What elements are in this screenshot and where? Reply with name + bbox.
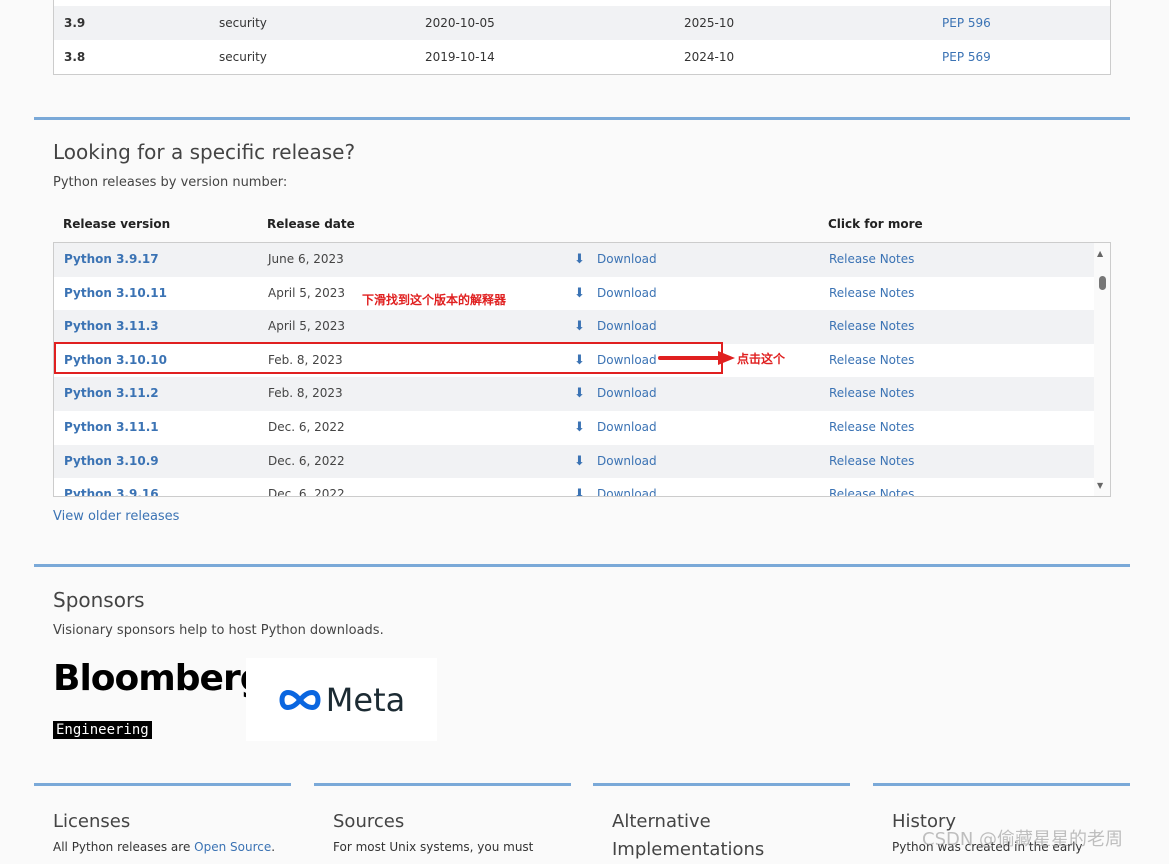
footer-title: Alternative Implementations xyxy=(612,811,765,860)
release-notes-link[interactable]: Release Notes xyxy=(829,277,914,311)
release-date: April 5, 2023 xyxy=(268,319,346,334)
footer-text: All Python releases are xyxy=(53,840,195,854)
version-status-table: 3.9 security 2020-10-05 2025-10 PEP 596 … xyxy=(53,0,1111,75)
download-icon[interactable]: ⬇ xyxy=(574,445,585,479)
release-version-link[interactable]: Python 3.9.17 xyxy=(64,243,159,277)
download-link[interactable]: Download xyxy=(597,377,657,411)
release-version-link[interactable]: Python 3.11.3 xyxy=(64,310,159,344)
status: security xyxy=(219,50,267,64)
release-notes-link[interactable]: Release Notes xyxy=(829,478,914,496)
release-notes-link[interactable]: Release Notes xyxy=(829,411,914,445)
release-version-link[interactable]: Python 3.11.1 xyxy=(64,411,159,445)
release-row: Python 3.11.1 Dec. 6, 2022 ⬇ Download Releas… xyxy=(54,411,1096,445)
scroll-up-arrow-icon[interactable]: ▲ xyxy=(1097,249,1103,258)
release-notes-link[interactable]: Release Notes xyxy=(829,344,914,378)
footer-divider xyxy=(593,783,850,786)
release-notes-link[interactable]: Release Notes xyxy=(829,243,914,277)
pep-link[interactable]: PEP 569 xyxy=(942,40,991,74)
download-icon[interactable]: ⬇ xyxy=(574,478,585,496)
first-released: 2020-10-05 xyxy=(425,16,495,30)
table-row: 3.8 security 2019-10-14 2024-10 PEP 569 xyxy=(54,40,1110,74)
version: 3.9 xyxy=(64,16,86,30)
section-divider xyxy=(34,564,1130,567)
download-icon[interactable]: ⬇ xyxy=(574,411,585,445)
scrollbar-thumb[interactable] xyxy=(1099,276,1106,290)
highlight-box xyxy=(54,342,723,374)
click-hint-annotation: 点击这个 xyxy=(737,352,786,366)
section-subtitle: Python releases by version number: xyxy=(53,175,288,190)
footer-alternative-implementations: Alternative Implementations xyxy=(593,783,850,864)
download-icon[interactable]: ⬇ xyxy=(574,310,585,344)
download-link[interactable]: Download xyxy=(597,478,657,496)
first-released: 2019-10-14 xyxy=(425,50,495,64)
scroll-down-arrow-icon[interactable]: ▼ xyxy=(1097,481,1103,490)
release-date: Dec. 6, 2022 xyxy=(268,453,345,468)
release-row: Python 3.9.16 Dec. 6, 2022 ⬇ Download Releas… xyxy=(54,478,1096,497)
release-row: Python 3.10.9 Dec. 6, 2022 ⬇ Download Releas… xyxy=(54,444,1096,479)
red-arrow-icon xyxy=(658,351,735,365)
scroll-hint-annotation: 下滑找到这个版本的解释器 xyxy=(362,293,507,307)
footer-licenses: Licenses All Python releases are Open So… xyxy=(34,783,291,854)
meta-wordmark: Meta xyxy=(325,680,406,719)
section-divider xyxy=(34,117,1130,120)
bloomberg-logo[interactable]: Bloomberg xyxy=(53,658,265,699)
watermark: CSDN @偷藏星星的老周 xyxy=(922,829,1124,850)
release-notes-link[interactable]: Release Notes xyxy=(829,377,914,411)
release-version-link[interactable]: Python 3.10.9 xyxy=(64,445,159,479)
sponsors-title: Sponsors xyxy=(53,588,145,612)
bloomberg-engineering-label: Engineering xyxy=(53,721,152,739)
status: security xyxy=(219,16,267,30)
release-row: Python 3.11.3 April 5, 2023 ⬇ Download Relea… xyxy=(54,310,1096,344)
scrollbar[interactable]: ▲ ▼ xyxy=(1094,243,1110,496)
footer-sources: Sources For most Unix systems, you must xyxy=(314,783,571,854)
header-release-date: Release date xyxy=(267,217,355,231)
header-release-version: Release version xyxy=(63,217,171,231)
footer-text: . xyxy=(271,840,276,854)
release-row: Python 3.10.11 April 5, 2023 ⬇ Download Rele… xyxy=(54,277,1096,311)
download-icon[interactable]: ⬇ xyxy=(574,377,585,411)
footer-divider xyxy=(314,783,571,786)
footer-title: Sources xyxy=(333,811,405,832)
end-of-support: 2024-10 xyxy=(684,50,735,64)
sponsors-subtitle: Visionary sponsors help to host Python d… xyxy=(53,623,384,638)
release-date: Dec. 6, 2022 xyxy=(268,420,345,434)
release-version-link[interactable]: Python 3.9.16 xyxy=(64,478,159,496)
footer-divider xyxy=(873,783,1130,786)
download-link[interactable]: Download xyxy=(597,310,657,344)
release-row: Python 3.11.2 Feb. 8, 2023 ⬇ Download Releas… xyxy=(54,377,1096,411)
open-source-link[interactable]: Open Source xyxy=(194,840,271,854)
end-of-support: 2025-10 xyxy=(684,16,735,30)
release-date: April 5, 2023 xyxy=(268,285,346,300)
download-link[interactable]: Download xyxy=(597,243,657,277)
pep-link[interactable]: PEP 596 xyxy=(942,6,991,40)
footer-divider xyxy=(34,783,291,786)
release-date: Feb. 8, 2023 xyxy=(268,386,343,401)
footer-text: For most Unix systems, you must xyxy=(333,840,534,854)
download-link[interactable]: Download xyxy=(597,445,657,479)
download-link[interactable]: Download xyxy=(597,277,657,311)
download-icon[interactable]: ⬇ xyxy=(574,277,585,311)
release-date: June 6, 2023 xyxy=(268,252,344,266)
release-notes-link[interactable]: Release Notes xyxy=(829,310,914,344)
download-link[interactable]: Download xyxy=(597,411,657,445)
table-row: 3.9 security 2020-10-05 2025-10 PEP 596 xyxy=(54,6,1110,40)
release-notes-link[interactable]: Release Notes xyxy=(829,445,914,479)
section-title: Looking for a specific release? xyxy=(53,140,356,164)
release-version-link[interactable]: Python 3.10.11 xyxy=(64,277,167,311)
meta-logo[interactable]: Meta xyxy=(246,658,437,741)
footer-title: Licenses xyxy=(53,811,131,832)
download-icon[interactable]: ⬇ xyxy=(574,243,585,277)
header-click-for-more: Click for more xyxy=(828,217,923,231)
view-older-releases-link[interactable]: View older releases xyxy=(53,509,179,524)
version: 3.8 xyxy=(64,50,86,64)
release-row: Python 3.9.17 June 6, 2023 ⬇ Download Releas… xyxy=(54,243,1096,277)
release-version-link[interactable]: Python 3.11.2 xyxy=(64,377,159,411)
release-date: Dec. 6, 2022 xyxy=(268,487,345,497)
meta-infinity-icon xyxy=(279,689,321,710)
